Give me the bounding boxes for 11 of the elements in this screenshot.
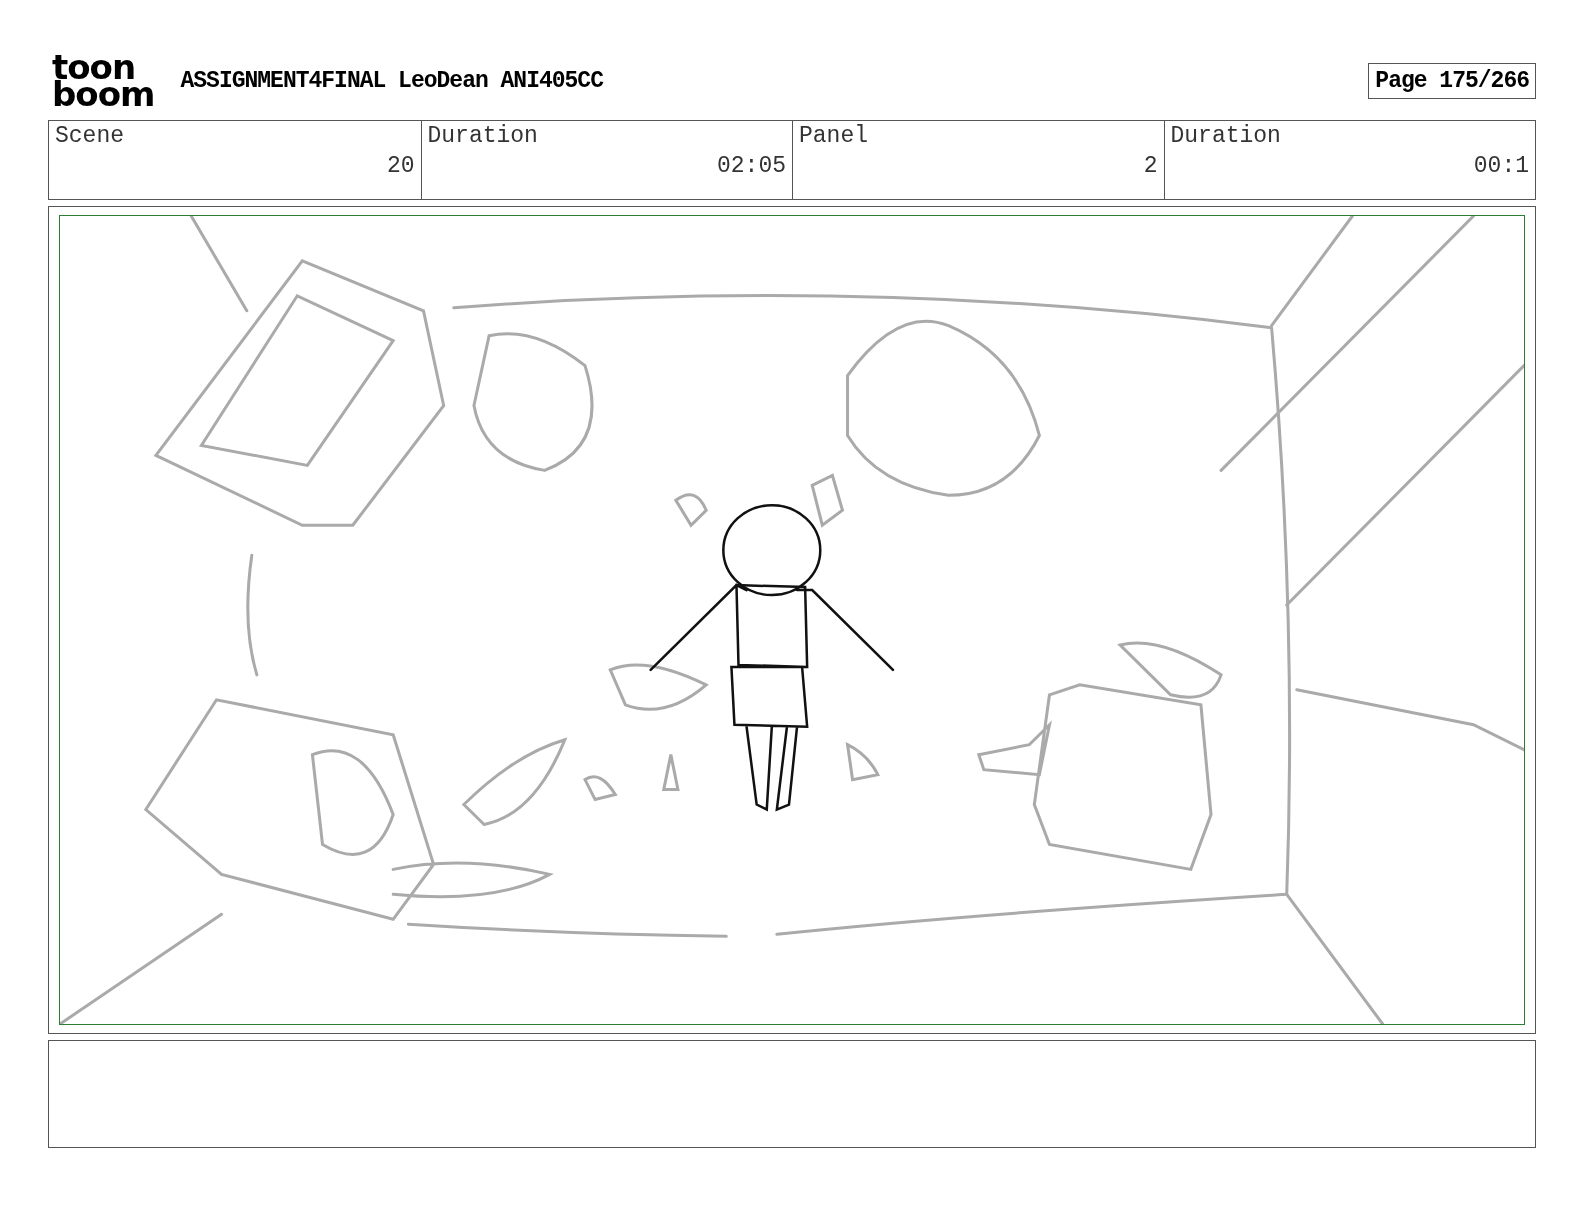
column-header: Panel <box>799 123 868 149</box>
page-number: Page 175/266 <box>1368 63 1536 99</box>
table-cell: 20 <box>386 153 415 179</box>
table-cell: 2 <box>1143 153 1158 179</box>
logo: toon boom <box>52 54 155 108</box>
table-cell: 02:05 <box>717 153 786 179</box>
table-cell: 00:1 <box>1473 153 1529 179</box>
column-header: Duration <box>1170 123 1281 149</box>
column-header: Scene <box>55 123 124 149</box>
document-title: ASSIGNMENT4FINAL LeoDean ANI405CC <box>180 68 605 94</box>
column-header: Duration <box>427 123 538 149</box>
